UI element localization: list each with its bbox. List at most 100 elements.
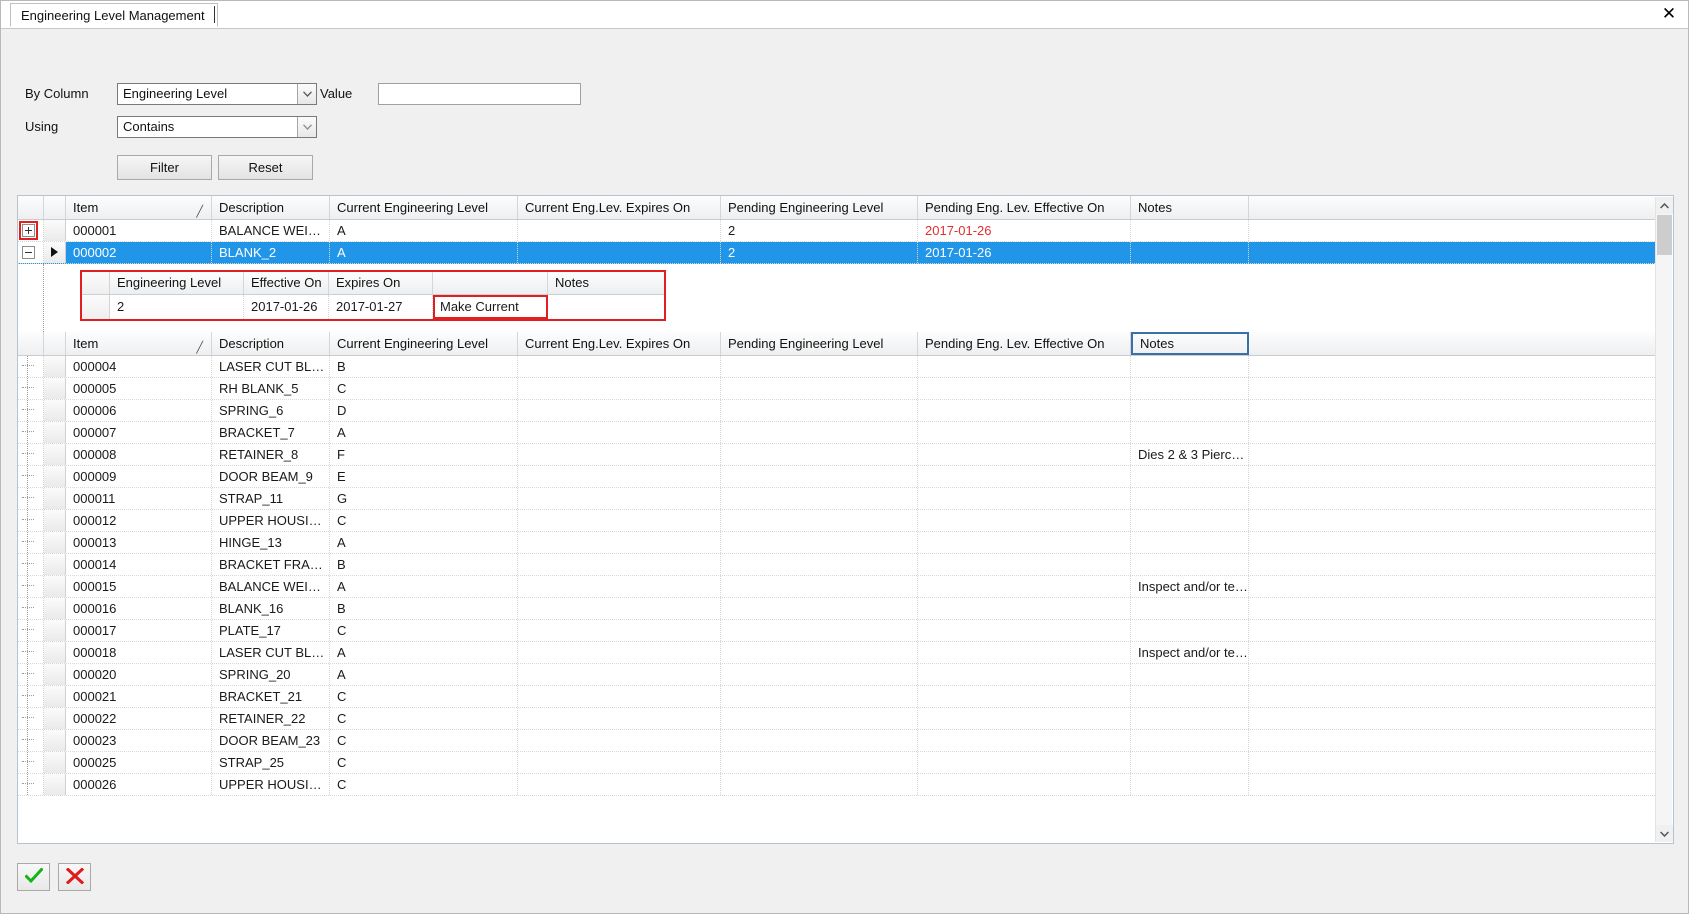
- table-row[interactable]: 000021 BRACKET_21 C: [18, 686, 1655, 708]
- cell-current-level[interactable]: C: [330, 730, 518, 751]
- cell-current-expires[interactable]: [518, 664, 721, 685]
- cell-current-level[interactable]: F: [330, 444, 518, 465]
- cell-current-expires[interactable]: [518, 242, 721, 263]
- cell-current-expires[interactable]: [518, 378, 721, 399]
- row-indicator-cell[interactable]: [18, 444, 44, 465]
- cell-item[interactable]: 000011: [66, 488, 212, 509]
- cell-notes[interactable]: [1131, 708, 1249, 729]
- table-row[interactable]: 000026 UPPER HOUSI… C: [18, 774, 1655, 796]
- cell-pending-effective[interactable]: [918, 730, 1131, 751]
- row-indicator-cell[interactable]: [18, 576, 44, 597]
- table-row[interactable]: 000004 LASER CUT BL… B: [18, 356, 1655, 378]
- cell-current-level[interactable]: A: [330, 664, 518, 685]
- cell-item[interactable]: 000008: [66, 444, 212, 465]
- column-header-pending-level[interactable]: Pending Engineering Level: [721, 332, 918, 355]
- cell-current-expires[interactable]: [518, 356, 721, 377]
- cell-notes[interactable]: [1131, 532, 1249, 553]
- table-row[interactable]: 000015 BALANCE WEI… A Inspect and/or te…: [18, 576, 1655, 598]
- cell-notes[interactable]: [1131, 466, 1249, 487]
- row-selector-cell[interactable]: [44, 554, 66, 575]
- cell-pending-effective[interactable]: [918, 664, 1131, 685]
- cell-current-level[interactable]: A: [330, 532, 518, 553]
- table-row[interactable]: 000023 DOOR BEAM_23 C: [18, 730, 1655, 752]
- cell-pending-level[interactable]: [721, 642, 918, 663]
- cell-pending-effective[interactable]: 2017-01-26: [918, 242, 1131, 263]
- cell-pending-level[interactable]: 2: [721, 220, 918, 241]
- cell-current-expires[interactable]: [518, 598, 721, 619]
- using-select[interactable]: Contains: [117, 116, 317, 138]
- cell-notes[interactable]: [1131, 554, 1249, 575]
- cell-pending-effective[interactable]: [918, 444, 1131, 465]
- cell-pending-level[interactable]: [721, 532, 918, 553]
- column-header-description[interactable]: Description: [212, 332, 330, 355]
- cell-pending-level[interactable]: [721, 576, 918, 597]
- cell-current-expires[interactable]: [518, 400, 721, 421]
- cell-pending-effective[interactable]: [918, 488, 1131, 509]
- cell-description[interactable]: UPPER HOUSI…: [212, 510, 330, 531]
- row-indicator-cell[interactable]: [18, 220, 44, 241]
- row-selector-cell[interactable]: [44, 598, 66, 619]
- cell-item[interactable]: 000026: [66, 774, 212, 795]
- table-row[interactable]: 000017 PLATE_17 C: [18, 620, 1655, 642]
- cell-current-level[interactable]: A: [330, 576, 518, 597]
- cell-pending-effective[interactable]: [918, 400, 1131, 421]
- scroll-down-arrow-icon[interactable]: [1656, 825, 1673, 842]
- row-indicator-cell[interactable]: [18, 466, 44, 487]
- cell-pending-level[interactable]: [721, 356, 918, 377]
- cell-item[interactable]: 000001: [66, 220, 212, 241]
- column-header-item[interactable]: Item ╱: [66, 196, 212, 219]
- table-row[interactable]: 000002 BLANK_2 A 2 2017-01-26: [18, 242, 1655, 264]
- row-selector-cell[interactable]: [44, 620, 66, 641]
- table-row[interactable]: 000009 DOOR BEAM_9 E: [18, 466, 1655, 488]
- cell-current-expires[interactable]: [518, 422, 721, 443]
- cell-current-level[interactable]: C: [330, 708, 518, 729]
- cell-notes[interactable]: [1131, 686, 1249, 707]
- table-row[interactable]: 000011 STRAP_11 G: [18, 488, 1655, 510]
- column-header-pending-effective[interactable]: Pending Eng. Lev. Effective On: [918, 332, 1131, 355]
- row-selector-cell[interactable]: [44, 708, 66, 729]
- cell-description[interactable]: BLANK_2: [212, 242, 330, 263]
- row-indicator-cell[interactable]: [18, 730, 44, 751]
- cell-item[interactable]: 000005: [66, 378, 212, 399]
- cell-description[interactable]: LASER CUT BL…: [212, 356, 330, 377]
- cell-description[interactable]: BRACKET FRA…: [212, 554, 330, 575]
- cell-description[interactable]: RH BLANK_5: [212, 378, 330, 399]
- cell-notes[interactable]: [1131, 774, 1249, 795]
- row-selector-cell[interactable]: [44, 400, 66, 421]
- vertical-scrollbar[interactable]: [1655, 197, 1673, 842]
- reset-button[interactable]: Reset: [218, 155, 313, 180]
- cell-pending-effective[interactable]: [918, 576, 1131, 597]
- cell-pending-level[interactable]: [721, 686, 918, 707]
- cell-pending-effective[interactable]: [918, 378, 1131, 399]
- cell-current-expires[interactable]: [518, 752, 721, 773]
- cell-pending-effective[interactable]: [918, 774, 1131, 795]
- cell-item[interactable]: 000009: [66, 466, 212, 487]
- cell-current-expires[interactable]: [518, 730, 721, 751]
- cell-pending-level[interactable]: [721, 400, 918, 421]
- cell-notes[interactable]: Inspect and/or te…: [1131, 642, 1249, 663]
- cell-pending-effective[interactable]: [918, 598, 1131, 619]
- row-selector-cell[interactable]: [44, 576, 66, 597]
- cell-pending-level[interactable]: [721, 466, 918, 487]
- cell-pending-level[interactable]: [721, 510, 918, 531]
- row-indicator-cell[interactable]: [18, 356, 44, 377]
- cell-pending-effective[interactable]: [918, 642, 1131, 663]
- cell-notes[interactable]: [1131, 752, 1249, 773]
- cell-pending-level[interactable]: 2: [721, 242, 918, 263]
- row-selector-cell[interactable]: [44, 220, 66, 241]
- cell-current-level[interactable]: D: [330, 400, 518, 421]
- row-selector-cell[interactable]: [44, 242, 66, 263]
- cell-current-expires[interactable]: [518, 774, 721, 795]
- row-indicator-cell[interactable]: [18, 400, 44, 421]
- cell-item[interactable]: 000018: [66, 642, 212, 663]
- cell-current-expires[interactable]: [518, 620, 721, 641]
- cell-current-level[interactable]: A: [330, 422, 518, 443]
- row-selector-cell[interactable]: [44, 532, 66, 553]
- cell-item[interactable]: 000021: [66, 686, 212, 707]
- row-selector-cell[interactable]: [44, 686, 66, 707]
- row-indicator-cell[interactable]: [18, 664, 44, 685]
- cell-description[interactable]: STRAP_11: [212, 488, 330, 509]
- row-indicator-cell[interactable]: [18, 774, 44, 795]
- cell-description[interactable]: DOOR BEAM_23: [212, 730, 330, 751]
- cell-pending-level[interactable]: [721, 444, 918, 465]
